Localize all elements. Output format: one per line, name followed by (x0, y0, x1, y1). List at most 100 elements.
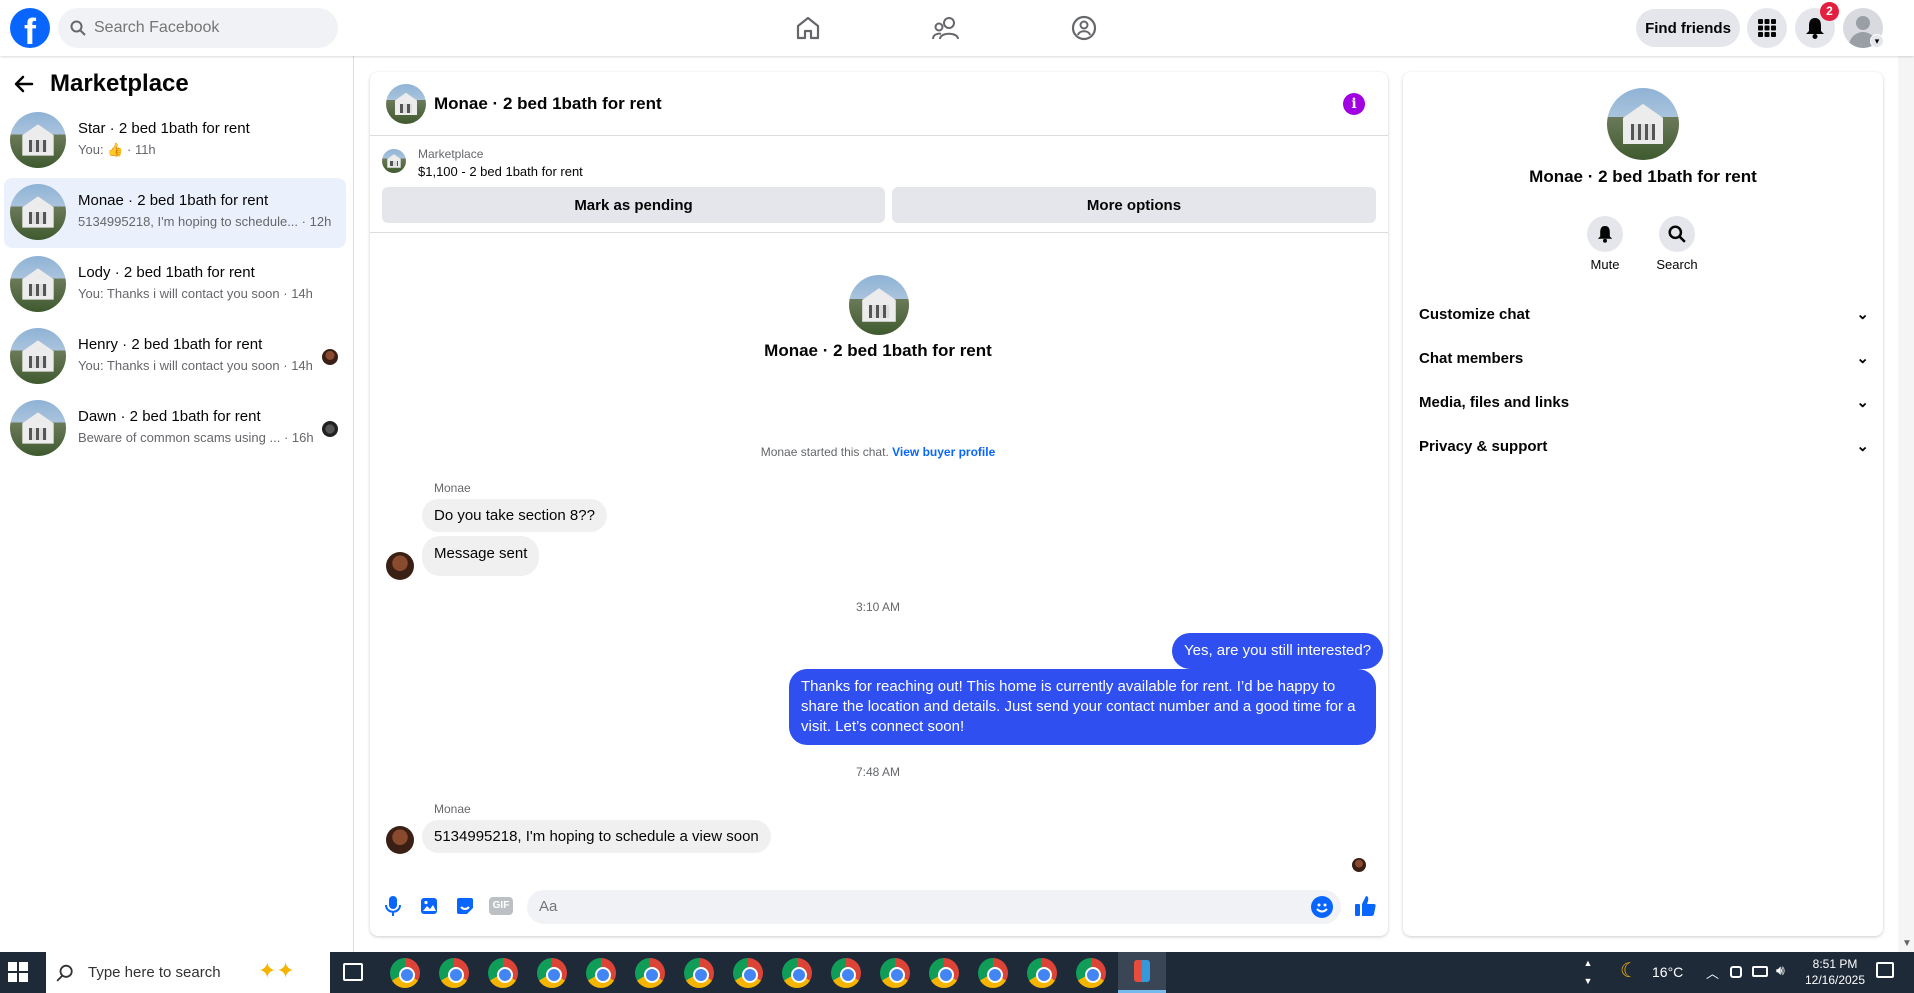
find-friends-button[interactable]: Find friends (1636, 9, 1740, 47)
listing-thumbnail (10, 112, 66, 168)
chevron-down-icon: ⌄ (1856, 350, 1869, 367)
details-avatar[interactable] (1607, 88, 1679, 160)
conversation-item-dawn[interactable]: Dawn · 2 bed 1bath for rent Beware of co… (4, 394, 346, 464)
facebook-logo-icon[interactable]: f (10, 8, 50, 48)
chrome-taskbar-icon[interactable] (782, 958, 812, 988)
weather-moon-icon[interactable]: ☾ (1620, 958, 1638, 983)
outgoing-message[interactable]: Thanks for reaching out! This home is cu… (789, 669, 1376, 745)
message-timestamp: 3:10 AM (855, 600, 901, 614)
chat-details-panel (1403, 72, 1883, 936)
listing-thumbnail (10, 400, 66, 456)
sticker-icon[interactable] (454, 895, 476, 917)
taskbar-search-box[interactable]: Type here to search ✦✦ (46, 952, 330, 993)
taskbar-search-placeholder: Type here to search (88, 964, 221, 981)
microphone-icon[interactable] (382, 894, 404, 918)
message-input[interactable] (539, 898, 1279, 915)
chrome-taskbar-icon[interactable] (488, 958, 518, 988)
customize-chat-section[interactable]: Customize chat ⌄ (1419, 294, 1869, 334)
volume-icon[interactable]: 🔊︎ (1776, 962, 1785, 979)
conversation-item-lody[interactable]: Lody · 2 bed 1bath for rent You: Thanks … (4, 250, 346, 320)
message-composer[interactable] (527, 890, 1341, 924)
sparkle-icon: ✦✦ (258, 958, 295, 983)
chat-header-avatar[interactable] (386, 84, 426, 124)
chevron-down-icon: ⌄ (1856, 438, 1869, 455)
mute-bell-icon[interactable] (1587, 216, 1623, 252)
incoming-message[interactable]: 5134995218, I'm hoping to schedule a vie… (422, 820, 771, 853)
chat-header-title[interactable]: Monae · 2 bed 1bath for rent (434, 94, 662, 114)
emoji-icon[interactable] (1311, 896, 1333, 918)
windows-start-icon[interactable] (8, 962, 28, 982)
task-view-icon[interactable] (343, 963, 363, 981)
conversation-title: Dawn · 2 bed 1bath for rent (78, 408, 261, 425)
chrome-taskbar-icon[interactable] (1076, 958, 1106, 988)
search-input[interactable] (94, 19, 314, 37)
chat-members-section[interactable]: Chat members ⌄ (1419, 338, 1869, 378)
incoming-message[interactable]: Do you take section 8?? (422, 499, 607, 532)
friends-icon[interactable] (928, 10, 964, 46)
conversation-preview: 5134995218, I'm hoping to schedule... · … (78, 214, 332, 229)
meet-now-icon[interactable] (1730, 966, 1742, 978)
search-icon (56, 964, 73, 982)
notifications-center-icon[interactable] (1876, 962, 1894, 978)
listing-price-title[interactable]: $1,100 - 2 bed 1bath for rent (418, 164, 583, 179)
search-conversation-icon[interactable] (1659, 216, 1695, 252)
incoming-message[interactable]: Message sent (422, 536, 540, 576)
network-icon[interactable] (1752, 966, 1768, 977)
taskbar-clock[interactable]: 8:51 PM 12/16/2025 (1800, 956, 1870, 988)
groups-icon[interactable] (1066, 10, 1102, 46)
chrome-taskbar-icon[interactable] (880, 958, 910, 988)
chrome-taskbar-icon[interactable] (684, 958, 714, 988)
chrome-taskbar-icon[interactable] (390, 958, 420, 988)
chrome-taskbar-icon[interactable] (439, 958, 469, 988)
like-send-icon[interactable] (1353, 894, 1377, 918)
sender-avatar[interactable] (386, 552, 414, 580)
view-buyer-profile-link[interactable]: View buyer profile (892, 445, 995, 459)
conversation-item-star[interactable]: Star · 2 bed 1bath for rent You: 👍 · 11h (4, 106, 346, 176)
outgoing-message[interactable]: Yes, are you still interested? (1172, 633, 1384, 669)
conversation-preview: You: 👍 · 11h (78, 142, 156, 157)
conversation-item-henry[interactable]: Henry · 2 bed 1bath for rent You: Thanks… (4, 322, 346, 392)
home-icon[interactable] (790, 10, 826, 46)
listing-thumbnail (10, 184, 66, 240)
search-facebook-field[interactable] (58, 8, 338, 48)
chrome-taskbar-icon[interactable] (635, 958, 665, 988)
sender-name: Monae (434, 802, 471, 816)
chrome-taskbar-icon[interactable] (586, 958, 616, 988)
menu-grid-icon[interactable] (1747, 8, 1787, 48)
chrome-taskbar-icon[interactable] (537, 958, 567, 988)
mark-as-pending-button[interactable]: Mark as pending (382, 187, 885, 223)
back-arrow-icon[interactable] (12, 72, 40, 100)
chat-started-note: Monae started this chat. View buyer prof… (760, 445, 996, 459)
page-scrollbar[interactable]: ▼ (1898, 56, 1914, 952)
chrome-taskbar-icon[interactable] (1027, 958, 1057, 988)
sender-name: Monae (434, 481, 471, 495)
chrome-taskbar-icon[interactable] (831, 958, 861, 988)
search-label[interactable]: Search (1647, 257, 1707, 272)
chrome-taskbar-icon[interactable] (978, 958, 1008, 988)
mute-label[interactable]: Mute (1575, 257, 1635, 272)
system-tray-chevron-icon[interactable]: ︿ (1706, 963, 1719, 982)
chat-intro-title: Monae · 2 bed 1bath for rent (764, 341, 992, 360)
read-receipt-avatar (322, 421, 338, 437)
account-chevron-down-icon[interactable]: ▾ (1870, 34, 1884, 48)
taskbar-scroll-arrows[interactable]: ▲ ▼ (1581, 954, 1595, 991)
privacy-support-section[interactable]: Privacy & support ⌄ (1419, 426, 1869, 466)
chrome-taskbar-icon[interactable] (929, 958, 959, 988)
like-thumb-icon: 👍 (107, 142, 124, 157)
chrome-taskbar-icon[interactable] (733, 958, 763, 988)
info-icon[interactable]: i (1343, 93, 1365, 115)
conversation-item-monae[interactable]: Monae · 2 bed 1bath for rent 5134995218,… (4, 178, 346, 248)
listing-thumbnail (10, 328, 66, 384)
marketplace-title: Marketplace (50, 70, 189, 97)
active-app-taskbar-icon[interactable] (1118, 952, 1166, 993)
more-options-button[interactable]: More options (892, 187, 1376, 223)
photo-attach-icon[interactable] (418, 895, 440, 917)
gif-icon[interactable]: GIF (489, 897, 513, 915)
details-title: Monae · 2 bed 1bath for rent (1529, 167, 1757, 186)
listing-bar: Marketplace $1,100 - 2 bed 1bath for ren… (370, 137, 1388, 233)
scroll-down-arrow-icon: ▼ (1902, 938, 1912, 949)
weather-temperature[interactable]: 16°C (1652, 964, 1683, 980)
listing-source: Marketplace (418, 147, 484, 161)
media-files-links-section[interactable]: Media, files and links ⌄ (1419, 382, 1869, 422)
sender-avatar[interactable] (386, 826, 414, 854)
